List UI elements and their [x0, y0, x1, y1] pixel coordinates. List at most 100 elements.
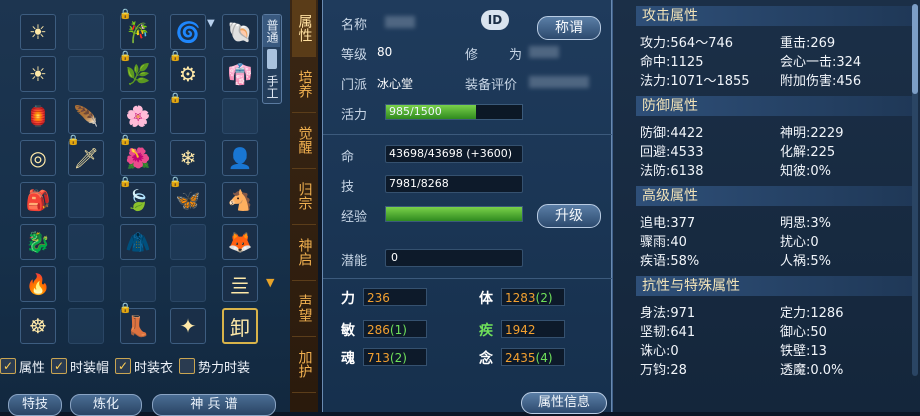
item-icon: 亖: [230, 273, 250, 298]
attribute-value: 286(1): [363, 320, 427, 338]
empty-slot[interactable]: [68, 224, 104, 260]
empty-slot[interactable]: [68, 56, 104, 92]
item-slot[interactable]: 👢 🔒: [119, 303, 156, 344]
item-slot[interactable]: 🎒: [20, 182, 56, 218]
attribute-bonus: (2): [389, 351, 407, 365]
tab-awakening[interactable]: 觉醒: [292, 112, 316, 169]
lock-icon: 🔒: [169, 93, 182, 104]
defense-section-header: 防御属性: [636, 96, 914, 116]
empty-slot[interactable]: [68, 308, 104, 344]
stat-advanced: 追电:377: [640, 216, 696, 231]
item-slot[interactable]: 🔒: [169, 93, 206, 134]
refine-button[interactable]: 炼化: [70, 394, 142, 416]
upgrade-button[interactable]: 升级: [537, 204, 601, 228]
item-slot[interactable]: 卸: [222, 308, 258, 344]
item-icon: ⚙: [179, 62, 197, 86]
stat-resist: 身法:971: [640, 306, 696, 321]
stat-advanced: 明思:3%: [780, 216, 832, 231]
checkbox-attributes[interactable]: ✓ 属性: [0, 357, 45, 376]
item-slot[interactable]: 🌺 🔒: [119, 135, 156, 176]
item-slot[interactable]: 🗡 🔒: [67, 135, 104, 176]
lock-icon: 🔒: [119, 177, 132, 188]
item-slot[interactable]: ⚙ 🔒: [169, 51, 206, 92]
lock-icon: 🔒: [67, 135, 80, 146]
item-slot[interactable]: 亖: [222, 266, 258, 302]
title-button[interactable]: 称谓: [537, 16, 601, 40]
resist-section-header: 抗性与特殊属性: [636, 276, 914, 296]
cultivation-redacted: [529, 46, 559, 58]
item-slot[interactable]: 🐉: [20, 224, 56, 260]
empty-slot[interactable]: [68, 182, 104, 218]
skill-button[interactable]: 特技: [8, 394, 62, 416]
empty-slot[interactable]: [68, 14, 104, 50]
item-slot[interactable]: ☀: [20, 56, 56, 92]
checkbox-faction-fashion[interactable]: 势力时装: [179, 357, 250, 376]
attribute-number: 286: [367, 323, 390, 337]
tab-handcraft[interactable]: 手工: [263, 71, 280, 103]
item-slot[interactable]: 🪶: [68, 98, 104, 134]
item-slot[interactable]: 👘: [222, 56, 258, 92]
gear-score-label: 装备评价: [465, 78, 518, 93]
stat-defense: 回避:4533: [640, 145, 704, 160]
category-tabs: 属性 培养 觉醒 归宗 神启 声望 加护: [290, 0, 318, 412]
dropdown-arrow-icon[interactable]: ▼: [207, 18, 215, 29]
tab-training[interactable]: 培养: [292, 56, 316, 113]
lock-icon: 🔒: [119, 135, 132, 146]
item-slot[interactable]: 🌀: [170, 14, 206, 50]
item-slot[interactable]: 🌿 🔒: [119, 51, 156, 92]
empty-slot[interactable]: [222, 98, 258, 134]
item-slot[interactable]: 🦋 🔒: [169, 177, 206, 218]
empty-slot[interactable]: [68, 266, 104, 302]
stat-defense: 法防:6138: [640, 164, 704, 179]
attribute-name: 力: [341, 291, 355, 307]
stat-advanced: 人祸:5%: [780, 254, 832, 269]
attribute-number: 2435: [505, 351, 536, 365]
attribute-number: 236: [367, 291, 390, 305]
scroll-down-icon[interactable]: ▼: [266, 276, 274, 289]
item-slot[interactable]: ✦: [170, 308, 206, 344]
stats-scroll-thumb[interactable]: [912, 4, 918, 94]
item-icon: 🍃: [125, 188, 151, 212]
item-slot[interactable]: 🍃 🔒: [119, 177, 156, 218]
item-icon: 🌺: [125, 146, 151, 170]
stat-resist: 坚韧:641: [640, 325, 696, 340]
attribute-name: 魂: [341, 351, 355, 367]
stat-resist: 透魔:0.0%: [780, 363, 844, 378]
checkbox-fashion-hat[interactable]: ✓ 时装帽: [51, 357, 109, 376]
item-slot[interactable]: ◎: [20, 140, 56, 176]
item-slot[interactable]: 🏮: [20, 98, 56, 134]
empty-slot[interactable]: [170, 266, 206, 302]
lock-icon: 🔒: [119, 51, 132, 62]
item-slot[interactable]: 🎋 🔒: [119, 9, 156, 50]
id-badge[interactable]: ID: [481, 10, 509, 30]
item-slot[interactable]: 🌸: [120, 98, 156, 134]
item-slot[interactable]: 🐴: [222, 182, 258, 218]
item-slot[interactable]: 🔥: [20, 266, 56, 302]
profile-panel: 名称 ID 称谓 等级 80 修 为 门派 冰心堂 装备评价 活力 985/15…: [322, 0, 613, 414]
item-slot[interactable]: ☀: [20, 14, 56, 50]
divine-weapon-book-button[interactable]: 神 兵 谱: [152, 394, 276, 416]
item-slot[interactable]: 🧥: [120, 224, 156, 260]
tab-return-sect[interactable]: 归宗: [292, 168, 316, 225]
item-slot[interactable]: 🦊: [222, 224, 258, 260]
sect-label: 门派: [341, 78, 368, 93]
tab-scroll-thumb[interactable]: [267, 49, 277, 69]
tab-attributes[interactable]: 属性: [292, 0, 316, 57]
tab-reputation[interactable]: 声望: [292, 280, 316, 337]
item-slot[interactable]: ❄: [170, 140, 206, 176]
item-icon: 🦋: [175, 188, 201, 212]
attribute-value: 713(2): [363, 348, 427, 366]
item-slot[interactable]: ☸: [20, 308, 56, 344]
item-slot[interactable]: 🐚: [222, 14, 258, 50]
empty-slot[interactable]: [170, 224, 206, 260]
tab-normal[interactable]: 普通: [263, 15, 280, 47]
attribute-value: 236: [363, 288, 427, 306]
item-slot[interactable]: 👤: [222, 140, 258, 176]
checkbox-fashion-clothes[interactable]: ✓ 时装衣: [115, 357, 173, 376]
tab-protection[interactable]: 加护: [292, 336, 316, 393]
attribute-info-button[interactable]: 属性信息: [521, 392, 607, 414]
empty-slot[interactable]: [120, 266, 156, 302]
attribute-name: 念: [479, 351, 493, 367]
tab-divine-revelation[interactable]: 神启: [292, 224, 316, 281]
vitality-value: 985/1500: [389, 105, 442, 118]
